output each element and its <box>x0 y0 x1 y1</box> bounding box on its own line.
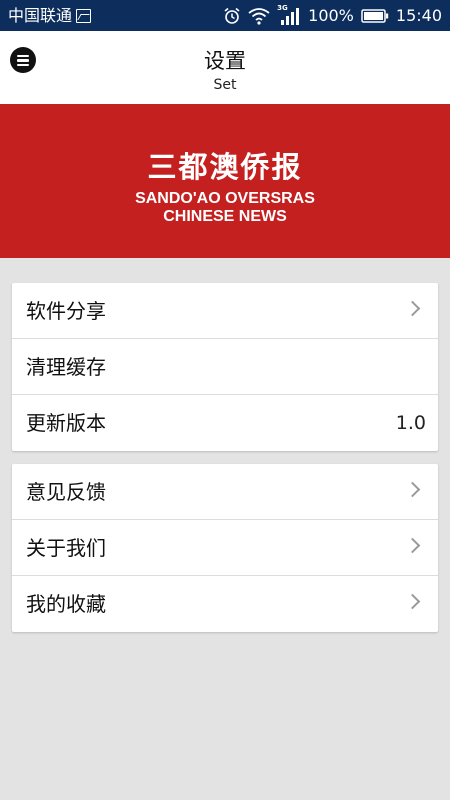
feedback-item[interactable]: 意见反馈 <box>12 464 438 520</box>
page-subtitle: Set <box>213 77 237 93</box>
battery-percent: 100% <box>308 6 354 25</box>
chevron-right-icon <box>404 593 421 610</box>
chevron-right-icon <box>404 300 421 317</box>
chevron-right-icon <box>404 481 421 498</box>
about-us-label: 关于我们 <box>26 536 106 560</box>
my-favorites-item[interactable]: 我的收藏 <box>12 576 438 632</box>
share-app-item[interactable]: 软件分享 <box>12 283 438 339</box>
wifi-icon <box>248 8 270 25</box>
image-icon <box>76 9 91 23</box>
share-app-label: 软件分享 <box>26 299 106 323</box>
network-type: 3G <box>277 4 288 12</box>
chevron-right-icon <box>404 537 421 554</box>
banner-title-en-line2: CHINESE NEWS <box>163 208 287 225</box>
settings-group-2: 意见反馈 关于我们 我的收藏 <box>12 464 438 632</box>
my-favorites-label: 我的收藏 <box>26 592 106 616</box>
banner-title-cn: 三都澳侨报 <box>147 150 303 184</box>
alarm-icon <box>224 7 240 24</box>
update-version-item[interactable]: 更新版本 1.0 <box>12 395 438 451</box>
brand-banner: 三都澳侨报 SANDO'AO OVERSRAS CHINESE NEWS <box>0 104 450 258</box>
clear-cache-item[interactable]: 清理缓存 <box>12 339 438 395</box>
signal-icon: 3G <box>277 4 301 25</box>
settings-group-1: 软件分享 清理缓存 更新版本 1.0 <box>12 283 438 451</box>
banner-title-en-line1: SANDO'AO OVERSRAS <box>135 190 315 207</box>
page-title: 设置 <box>204 49 246 73</box>
update-version-label: 更新版本 <box>26 411 106 435</box>
clear-cache-label: 清理缓存 <box>26 355 106 379</box>
clock: 15:40 <box>395 6 442 25</box>
carrier-label: 中国联通 <box>8 6 73 25</box>
version-value: 1.0 <box>395 412 426 434</box>
title-bar: 设置 Set <box>0 31 450 104</box>
status-bar: 中国联通 3G 100% 15:40 <box>0 0 450 31</box>
feedback-label: 意见反馈 <box>26 480 106 504</box>
battery-icon <box>361 9 389 23</box>
about-us-item[interactable]: 关于我们 <box>12 520 438 576</box>
